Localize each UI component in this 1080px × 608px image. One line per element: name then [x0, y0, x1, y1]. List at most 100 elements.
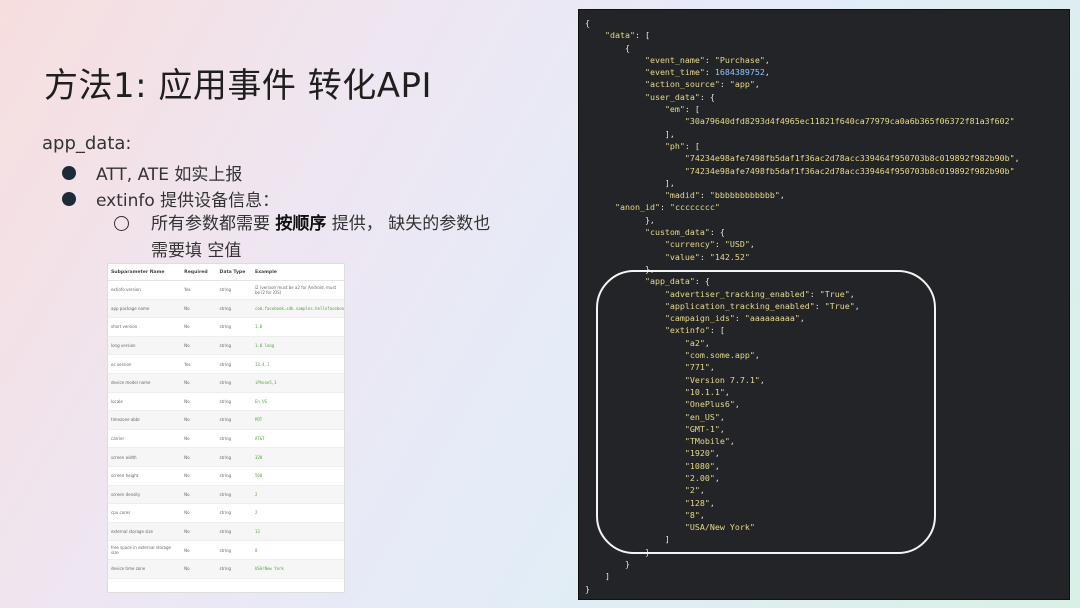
table-cell: string [216, 485, 252, 505]
table-row: device time zone No string USA/New York [108, 559, 344, 579]
table-cell: string [216, 540, 252, 560]
table-cell: string [216, 410, 252, 430]
table-cell: screen density [108, 485, 182, 505]
bullet-dot-icon [62, 165, 76, 180]
table-cell: 13.4.1 [251, 354, 344, 374]
table-header-cell: Example [251, 264, 344, 281]
bullet-att-ate: ATT, ATE 如实上报 [62, 160, 242, 185]
sub-bullet-prefix: 所有参数都需要 [151, 214, 276, 234]
bullet-extinfo: extinfo 提供设备信息： [62, 186, 279, 211]
table-row: os version Yes string 13.4.1 [108, 354, 344, 374]
table-cell: No [181, 317, 217, 337]
table-cell: No [181, 336, 217, 356]
table-cell: string [216, 429, 252, 449]
app-data-label: app_data: [42, 133, 132, 154]
code-line: "madid": "bbbbbbbbbbbb", [664, 190, 785, 201]
bullet-text: extinfo 提供设备信息： [96, 191, 280, 211]
table-row: app package name No string com.facebook.sdk… [108, 299, 344, 319]
table-row: short version No string 1.0 [108, 317, 344, 337]
table-cell: 1.0 long [251, 336, 344, 356]
table-cell: timezone abbr [108, 410, 182, 430]
table-cell: cpu cores [108, 503, 182, 523]
table-cell: No [181, 503, 217, 523]
table-row: external storage size No string 13 [108, 522, 344, 542]
table-header-row: Subparameter Name Required Data Type Exampl… [108, 264, 344, 281]
code-line: "custom_data": { [644, 227, 725, 238]
code-line: "event_time": 1684389752, [644, 67, 770, 78]
table-cell: device model name [108, 373, 182, 393]
code-line: ], [585, 177, 675, 188]
table-cell: 8 [251, 540, 344, 560]
table-cell: string [216, 280, 252, 300]
table-cell: string [216, 299, 252, 319]
table-row: screen width No string 320 [108, 447, 344, 467]
table-row: device model name No string iPhone5,1 [108, 373, 344, 393]
table-cell: 1.0 [251, 317, 344, 337]
table-cell: PDT [251, 410, 344, 430]
table-cell: iPhone5,1 [251, 373, 344, 393]
table-cell: 568 [251, 466, 344, 486]
table-cell: string [216, 354, 252, 374]
code-line: ] [585, 571, 610, 582]
code-line: ], [585, 128, 675, 139]
table-cell: i2 (version must be a2 for Android, must… [251, 280, 344, 300]
table-cell: screen height [108, 466, 182, 486]
sub-bullet-bold: 按顺序 [275, 214, 327, 234]
table-row: long version No string 1.0 long [108, 336, 344, 356]
code-line: { [585, 18, 590, 28]
code-line: "data": [ [604, 30, 650, 41]
code-line: "74234e98afe7498fb5daf1f36ac2d78acc33946… [684, 165, 1015, 176]
table-row: free space in external storage size No str… [108, 540, 344, 560]
table-cell: 320 [251, 447, 344, 467]
code-line: "em": [ [664, 104, 700, 115]
extinfo-parameter-table: Subparameter Name Required Data Type Exampl… [108, 264, 344, 592]
table-cell: string [216, 559, 252, 579]
code-line: "event_name": "Purchase", [644, 54, 770, 65]
code-line: "74234e98afe7498fb5daf1f36ac2d78acc33946… [684, 153, 1020, 164]
table-cell: No [181, 522, 217, 542]
table-cell: string [216, 503, 252, 523]
table-cell: device time zone [108, 559, 182, 579]
bullet-dot-icon [62, 191, 76, 206]
table-cell: 2 [251, 485, 344, 505]
table-cell: No [181, 410, 217, 430]
table-cell: app package name [108, 299, 182, 319]
table-cell: Yes [181, 354, 217, 374]
sub-bullet-ordering: 所有参数都需要 按顺序 提供， 缺失的参数也需要填 空值 [114, 211, 491, 265]
table-cell: short version [108, 317, 182, 337]
table-cell: long version [108, 336, 182, 356]
table-cell: free space in external storage size [108, 540, 182, 560]
code-line: "action_source": "app", [644, 79, 760, 90]
code-line: "30a79640dfd8293d4f4965ec11821f640ca7797… [684, 116, 1015, 127]
table-row: cpu cores No string 2 [108, 503, 344, 523]
table-cell: 13 [251, 522, 344, 542]
table-cell: os version [108, 354, 182, 374]
table-cell: string [216, 392, 252, 412]
table-cell: En_US [251, 392, 344, 412]
table-cell: string [216, 336, 252, 356]
table-cell: com.facebook.sdk.samples.hellofacebook [251, 299, 344, 319]
table-cell: USA/New York [251, 559, 344, 579]
table-cell: No [181, 466, 217, 486]
table-cell: No [181, 540, 217, 560]
table-cell: No [181, 559, 217, 579]
table-cell: string [216, 522, 252, 542]
table-cell: No [181, 429, 217, 449]
slide-title: 方法1: 应用事件 转化API [44, 66, 432, 106]
table-row: locale No string En_US [108, 392, 344, 412]
hollow-bullet-icon [114, 216, 129, 231]
table-cell: carrier [108, 429, 182, 449]
table-header-cell: Required [181, 264, 217, 281]
table-cell: No [181, 299, 217, 319]
code-line: "value": "142.52" [664, 251, 750, 262]
code-line: "currency": "USD", [664, 239, 755, 250]
table-cell: locale [108, 392, 182, 412]
app-data-highlight-box [596, 270, 936, 554]
table-cell: AT&T [251, 429, 344, 449]
table-cell: string [216, 447, 252, 467]
table-cell: No [181, 392, 217, 412]
code-line: "user_data": { [644, 91, 715, 102]
code-line: }, [585, 214, 655, 225]
table-cell: No [181, 373, 217, 393]
table-cell: screen width [108, 447, 182, 467]
